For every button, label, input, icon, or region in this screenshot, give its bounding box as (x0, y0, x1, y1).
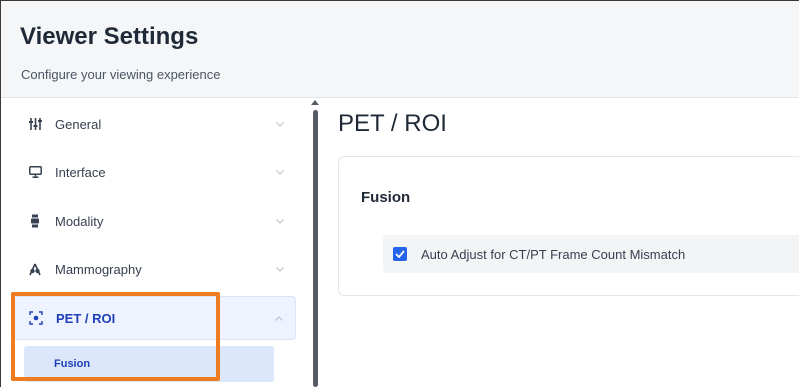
page-subtitle: Configure your viewing experience (21, 67, 221, 82)
sidebar-item-mammography[interactable]: Mammography (12, 247, 296, 291)
sidebar-item-label: Modality (55, 213, 104, 229)
sliders-icon (28, 117, 42, 131)
settings-header: Viewer Settings Configure your viewing e… (1, 1, 799, 98)
option-label: Auto Adjust for CT/PT Frame Count Mismat… (421, 246, 686, 262)
sidebar-item-label: Interface (55, 164, 106, 180)
sidebar-scrollbar[interactable] (308, 98, 322, 387)
sidebar-item-modality[interactable]: Modality (12, 199, 296, 243)
card-title: Fusion (361, 189, 411, 206)
sidebar-item-pet-roi[interactable]: PET / ROI (12, 296, 296, 340)
chevron-down-icon (274, 263, 286, 275)
section-title: PET / ROI (338, 110, 447, 137)
chevron-down-icon (274, 166, 286, 178)
sidebar-item-general[interactable]: General (12, 102, 296, 146)
auto-adjust-checkbox[interactable] (393, 247, 407, 261)
sidebar-subitem-label: Fusion (54, 358, 91, 370)
settings-sidebar: General Interface Modality Mammography P… (1, 98, 307, 387)
pet-roi-icon (29, 311, 43, 325)
sidebar-item-label: PET / ROI (56, 310, 116, 326)
mammography-icon (28, 262, 42, 276)
scrollbar-thumb[interactable] (313, 110, 318, 387)
settings-content: PET / ROI Fusion Auto Adjust for CT/PT F… (322, 98, 799, 387)
chevron-up-icon (273, 312, 285, 324)
chevron-down-icon (274, 215, 286, 227)
sidebar-item-interface[interactable]: Interface (12, 150, 296, 194)
auto-adjust-option[interactable]: Auto Adjust for CT/PT Frame Count Mismat… (383, 235, 799, 273)
scroll-up-arrow-icon[interactable] (311, 100, 319, 107)
chevron-down-icon (274, 118, 286, 130)
checkmark-icon (395, 250, 405, 258)
fusion-card: Fusion Auto Adjust for CT/PT Frame Count… (338, 156, 799, 296)
modality-icon (28, 214, 42, 228)
sidebar-item-label: Mammography (55, 261, 142, 277)
monitor-icon (28, 165, 42, 179)
page-title: Viewer Settings (20, 23, 199, 50)
sidebar-subitem-fusion[interactable]: Fusion (24, 346, 274, 382)
sidebar-item-label: General (55, 116, 102, 132)
